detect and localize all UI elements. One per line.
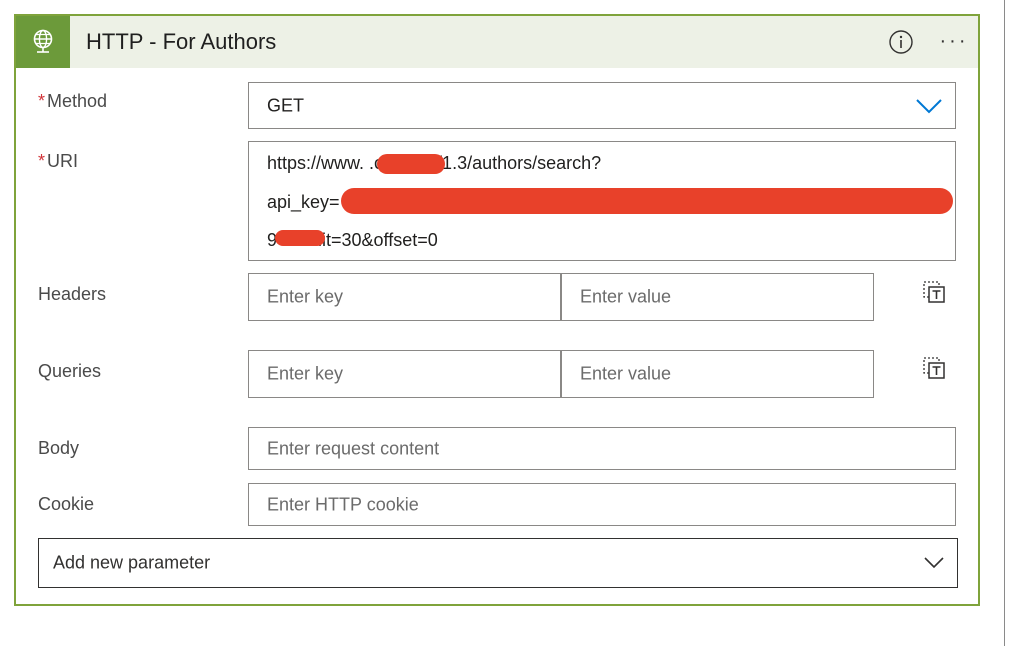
headers-value-input[interactable]: Enter value: [561, 273, 874, 321]
cookie-label: Cookie: [38, 494, 95, 514]
uri-label: * URI: [38, 150, 78, 172]
redaction-mark: [377, 154, 445, 174]
right-divider: [1004, 0, 1005, 646]
uri-line-2: api_key=: [267, 192, 340, 212]
more-options-icon[interactable]: ···: [934, 28, 974, 54]
redaction-mark: [341, 188, 953, 214]
add-new-parameter-label: Add new parameter: [53, 552, 211, 573]
switch-to-text-mode-icon[interactable]: [922, 356, 946, 380]
uri-label-text: URI: [47, 151, 79, 171]
method-value: GET: [267, 95, 305, 115]
queries-label: Queries: [38, 361, 102, 381]
http-action-card: HTTP - For Authors ··· * Method GET * URI …: [14, 14, 980, 606]
queries-value-input[interactable]: Enter value: [561, 350, 874, 398]
method-label: * Method: [38, 90, 107, 112]
required-marker: *: [38, 91, 46, 111]
cookie-placeholder: Enter HTTP cookie: [267, 494, 419, 514]
chevron-down-icon: [924, 557, 944, 569]
switch-to-text-mode-icon[interactable]: [922, 280, 946, 304]
method-label-text: Method: [47, 91, 108, 111]
headers-value-placeholder: Enter value: [580, 286, 672, 307]
chevron-down-icon: [916, 99, 942, 114]
queries-value-placeholder: Enter value: [580, 363, 672, 384]
queries-key-placeholder: Enter key: [267, 363, 344, 384]
body-placeholder: Enter request content: [267, 438, 440, 458]
required-marker: *: [38, 151, 46, 171]
body-input[interactable]: Enter request content: [248, 427, 956, 470]
body-label: Body: [38, 438, 80, 458]
info-icon[interactable]: [888, 29, 914, 55]
uri-input[interactable]: https://www. .com/api/1.3/authors/search…: [248, 141, 956, 261]
queries-key-input[interactable]: Enter key: [248, 350, 561, 398]
card-title: HTTP - For Authors: [86, 29, 277, 54]
headers-key-placeholder: Enter key: [267, 286, 344, 307]
redaction-mark: [275, 230, 325, 246]
add-new-parameter-dropdown[interactable]: Add new parameter: [38, 538, 958, 588]
headers-label: Headers: [38, 284, 107, 304]
globe-icon: [16, 16, 70, 68]
headers-key-input[interactable]: Enter key: [248, 273, 561, 321]
method-dropdown[interactable]: GET: [248, 82, 956, 129]
cookie-input[interactable]: Enter HTTP cookie: [248, 483, 956, 526]
card-header[interactable]: HTTP - For Authors ···: [16, 16, 978, 68]
